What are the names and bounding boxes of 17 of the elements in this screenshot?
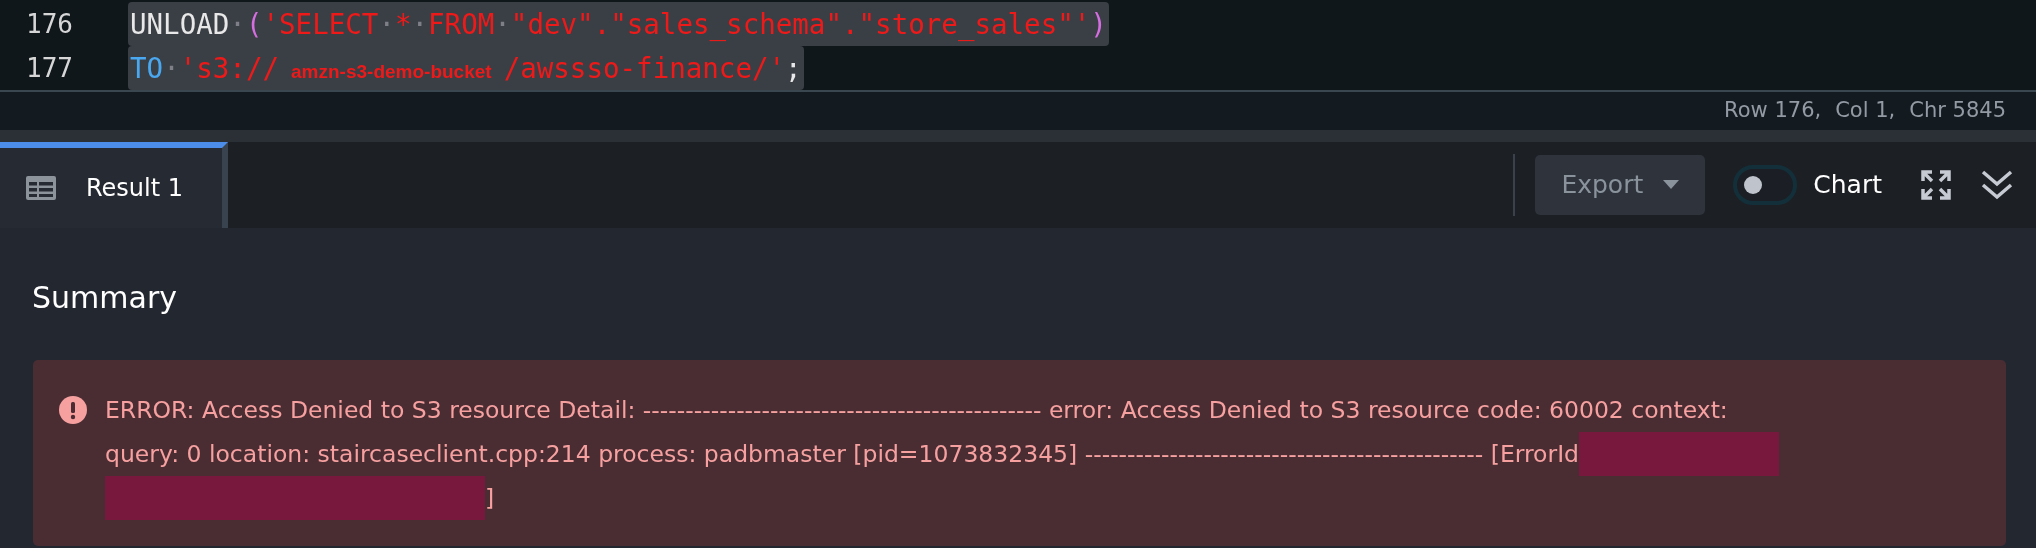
- error-message: ]: [485, 484, 495, 512]
- error-message: query: 0 location: staircaseclient.cpp:214 process: padbmaster [pid=1073832345] ----------------------------------------------- [ErrorId: [105, 440, 1579, 468]
- status-text: Col 1,: [1835, 97, 1896, 125]
- toggle-label: Chart: [1813, 169, 1882, 202]
- result-tab[interactable]: Result 1: [0, 142, 228, 228]
- section-heading: Summary: [31, 279, 178, 317]
- table-icon: [26, 176, 56, 200]
- expand-icon[interactable]: [1920, 169, 1952, 201]
- chart-toggle[interactable]: [1733, 165, 1798, 205]
- status-text: Row 176,: [1724, 97, 1822, 125]
- caret-icon: [1663, 180, 1680, 190]
- line-number: 176: [25, 7, 74, 41]
- collapse-icon[interactable]: [1980, 169, 2014, 201]
- status-text: Chr 5845: [1909, 97, 2006, 125]
- line-number: 177: [25, 51, 74, 85]
- error-icon: [59, 396, 87, 424]
- error-message: ERROR: Access Denied to S3 resource Detail: ----------------------------------------------- error: Access Denied to S3 resource code: 60002 context:: [105, 396, 1728, 424]
